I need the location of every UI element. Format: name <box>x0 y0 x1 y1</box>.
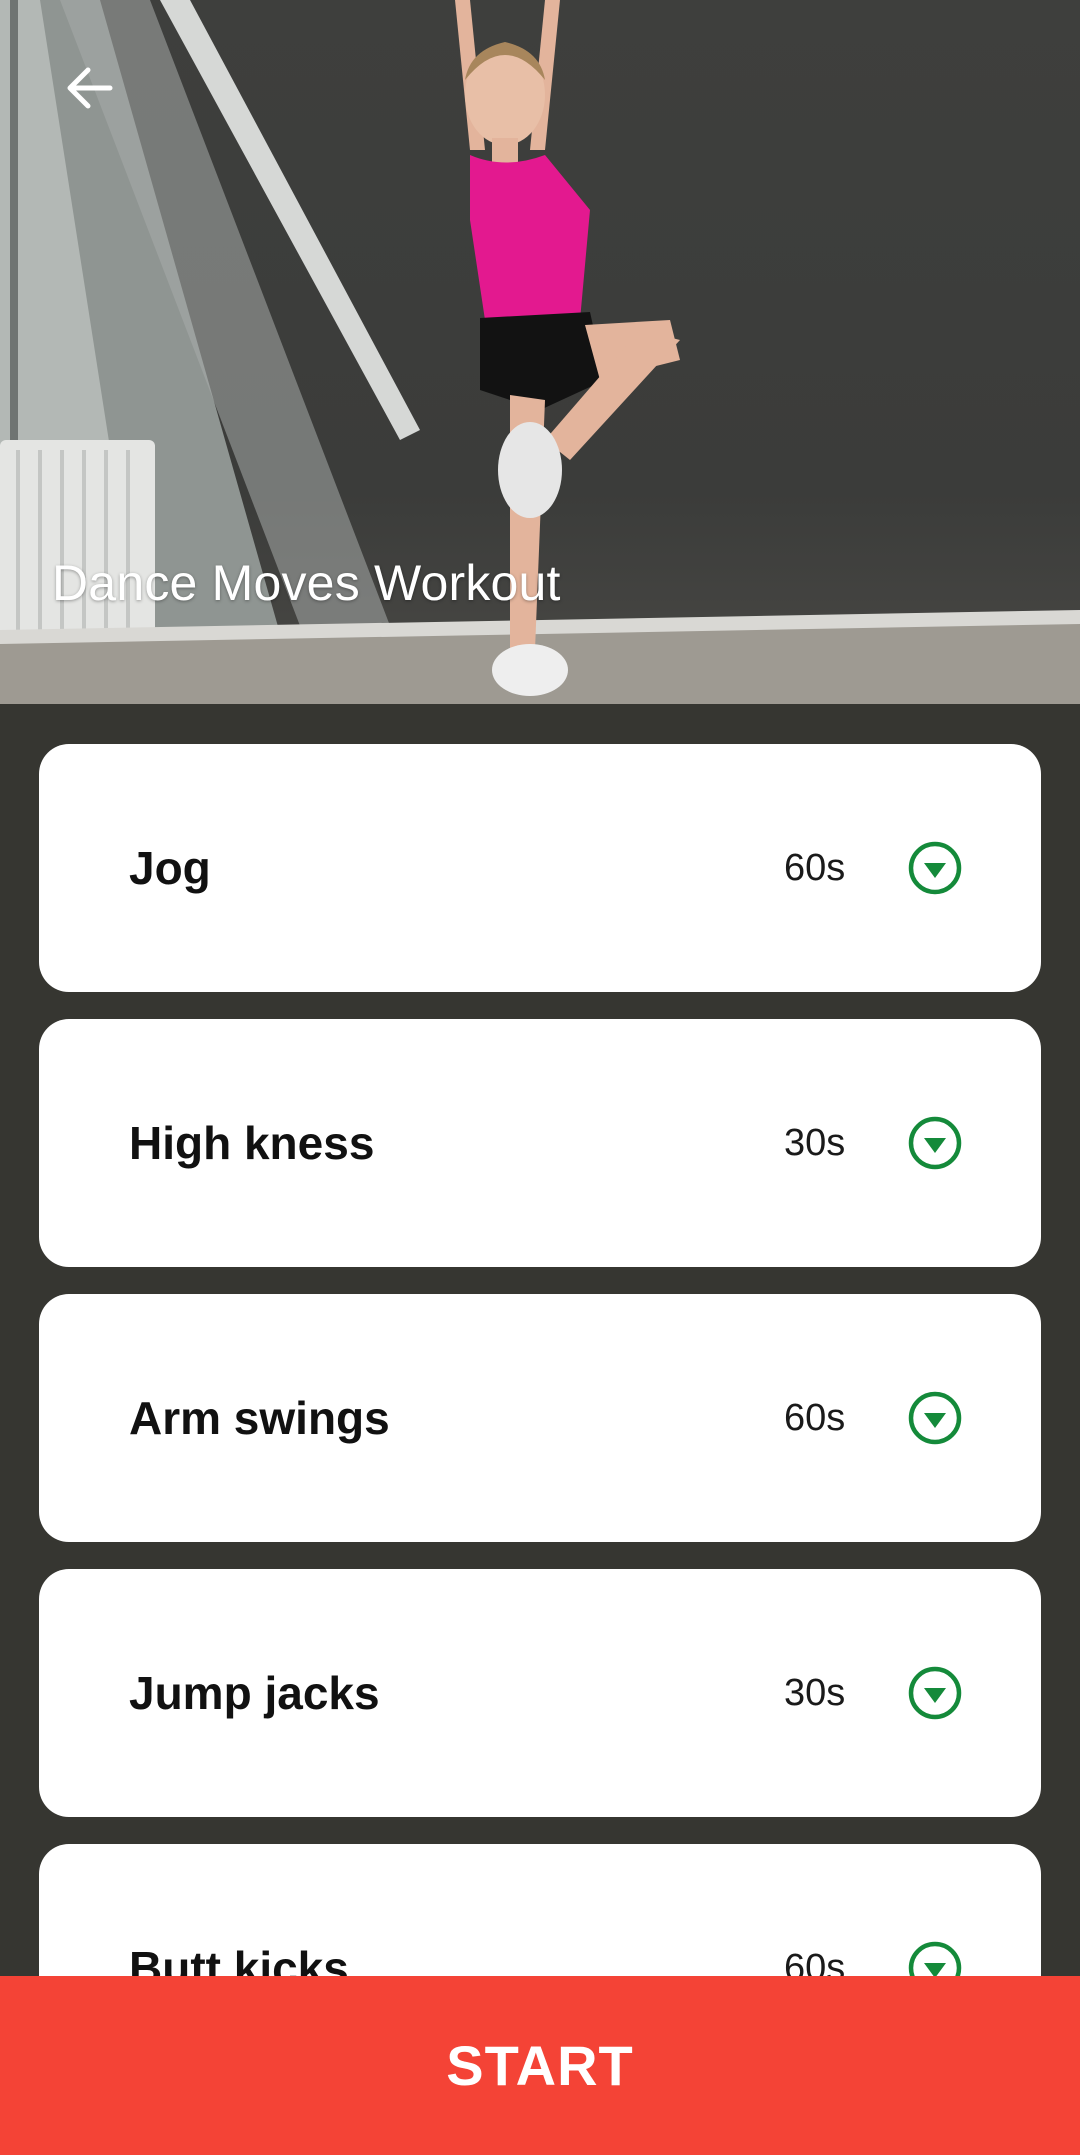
exercise-card-high-kness[interactable]: High kness 30s <box>39 1019 1041 1267</box>
expand-button[interactable] <box>899 1657 971 1729</box>
chevron-down-circle-icon <box>908 1116 962 1170</box>
exercise-duration: 60s <box>784 1946 846 1977</box>
exercise-card-jog[interactable]: Jog 60s <box>39 744 1041 992</box>
exercise-duration: 60s <box>784 846 846 889</box>
expand-button[interactable] <box>899 1107 971 1179</box>
arrow-back-icon <box>67 67 113 109</box>
expand-button[interactable] <box>899 1932 971 1976</box>
exercise-name: Butt kicks <box>129 1942 349 1976</box>
back-button[interactable] <box>48 46 132 130</box>
chevron-down-circle-icon <box>908 1666 962 1720</box>
exercise-card-arm-swings[interactable]: Arm swings 60s <box>39 1294 1041 1542</box>
exercise-name: Jog <box>129 842 211 894</box>
expand-button[interactable] <box>899 832 971 904</box>
exercise-duration: 60s <box>784 1396 846 1439</box>
expand-button[interactable] <box>899 1382 971 1454</box>
exercise-name: Jump jacks <box>129 1667 380 1719</box>
workout-title: Dance Moves Workout <box>52 555 561 611</box>
exercise-name: Arm swings <box>129 1392 390 1444</box>
chevron-down-circle-icon <box>908 841 962 895</box>
start-button[interactable]: START <box>0 1976 1080 2155</box>
chevron-down-circle-icon <box>908 1941 962 1976</box>
hero-banner: Dance Moves Workout <box>0 0 1080 704</box>
exercise-name: High kness <box>129 1117 375 1169</box>
exercise-list[interactable]: Jog 60s High kness 30s Arm swings 60s Ju… <box>0 704 1080 1976</box>
exercise-card-jump-jacks[interactable]: Jump jacks 30s <box>39 1569 1041 1817</box>
exercise-card-butt-kicks[interactable]: Butt kicks 60s <box>39 1844 1041 1976</box>
exercise-duration: 30s <box>784 1121 846 1164</box>
chevron-down-circle-icon <box>908 1391 962 1445</box>
exercise-duration: 30s <box>784 1671 846 1714</box>
